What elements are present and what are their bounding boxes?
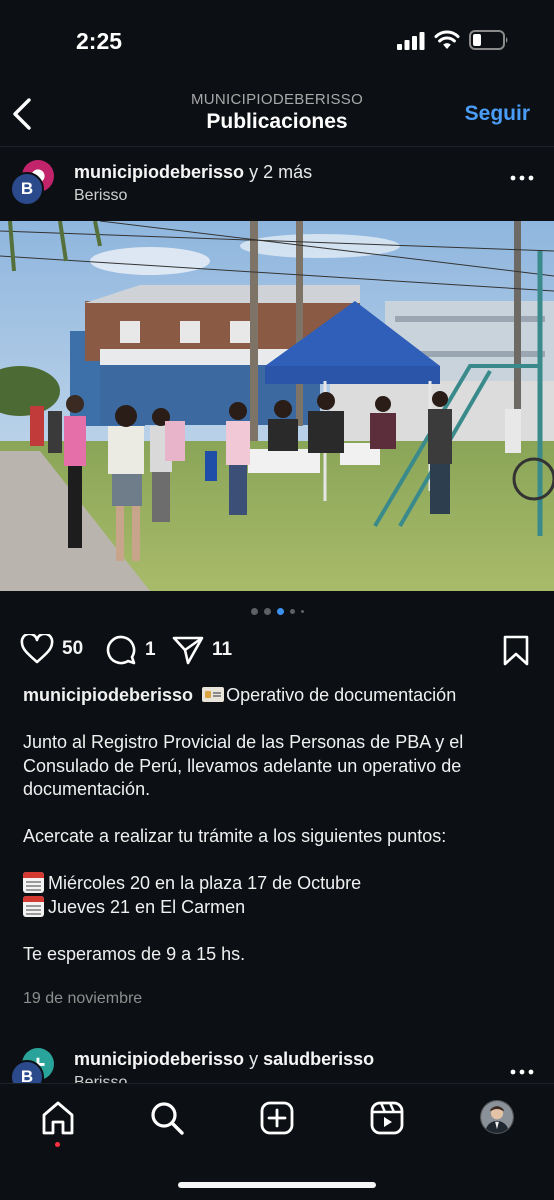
caption-headline: Operativo de documentación bbox=[226, 685, 457, 705]
like-button[interactable]: 50 bbox=[20, 634, 83, 664]
header-divider bbox=[0, 146, 554, 147]
calendar-icon bbox=[23, 872, 44, 893]
caption-list-item: Miércoles 20 en la plaza 17 de Octubre bbox=[23, 872, 538, 896]
post-username[interactable]: municipiodeberisso bbox=[74, 162, 244, 182]
signal-icon bbox=[397, 32, 425, 50]
id-card-icon bbox=[202, 687, 225, 702]
avatar[interactable]: B bbox=[10, 172, 44, 206]
comment-button[interactable]: 1 bbox=[105, 634, 156, 666]
caption-username[interactable]: municipiodeberisso bbox=[23, 685, 193, 705]
carousel-dot bbox=[250, 607, 258, 615]
more-options-icon[interactable] bbox=[510, 1068, 534, 1076]
share-count: 11 bbox=[212, 639, 233, 660]
caption-paragraph: Junto al Registro Provicial de las Perso… bbox=[23, 732, 464, 799]
caption-list-item: Jueves 21 en El Carmen bbox=[23, 895, 538, 920]
post-collaborators[interactable]: y 2 más bbox=[249, 162, 312, 182]
send-icon[interactable] bbox=[172, 634, 204, 666]
like-count: 50 bbox=[62, 638, 84, 659]
caption-headline-line: municipiodeberisso Operativo de document… bbox=[23, 684, 538, 708]
post-date: 19 de noviembre bbox=[23, 990, 143, 1007]
calendar-icon bbox=[23, 895, 44, 917]
post-author-line[interactable]: municipiodeberisso y 2 más bbox=[74, 162, 312, 183]
wifi-icon bbox=[434, 30, 460, 49]
reels-icon[interactable] bbox=[369, 1100, 405, 1136]
status-time: 2:25 bbox=[76, 28, 123, 54]
comment-icon[interactable] bbox=[105, 634, 137, 666]
collab-avatars[interactable]: B bbox=[10, 160, 58, 208]
share-button[interactable]: 11 bbox=[172, 634, 232, 666]
bookmark-icon[interactable] bbox=[502, 635, 530, 667]
carousel-indicator bbox=[0, 606, 554, 616]
caption-paragraph: Acercate a realizar tu trámite a los sig… bbox=[23, 826, 447, 846]
search-icon[interactable] bbox=[149, 1100, 185, 1136]
follow-button[interactable]: Seguir bbox=[465, 102, 530, 126]
post-photo[interactable] bbox=[0, 221, 554, 591]
carousel-dot bbox=[263, 607, 271, 615]
post-header: B municipiodeberisso y 2 más Berisso bbox=[0, 152, 554, 216]
carousel-dot bbox=[289, 608, 295, 614]
post-actions: 50 1 11 bbox=[0, 630, 554, 670]
create-icon[interactable] bbox=[259, 1100, 295, 1136]
caption-item-text: Miércoles 20 en la plaza 17 de Octubre bbox=[48, 873, 362, 893]
notification-dot bbox=[55, 1142, 60, 1147]
home-indicator bbox=[178, 1182, 376, 1188]
more-options-icon[interactable] bbox=[510, 174, 534, 182]
next-post-author-line[interactable]: municipiodeberisso y saludberisso bbox=[74, 1049, 374, 1070]
carousel-dot-active bbox=[276, 607, 284, 615]
caption-item-text: Jueves 21 en El Carmen bbox=[48, 896, 246, 917]
comment-count: 1 bbox=[145, 639, 156, 660]
home-icon[interactable] bbox=[40, 1100, 76, 1136]
post-location[interactable]: Berisso bbox=[74, 187, 127, 205]
profile-avatar[interactable] bbox=[480, 1100, 514, 1134]
next-post-connector: y bbox=[249, 1049, 259, 1069]
next-post-collaborator[interactable]: saludberisso bbox=[263, 1049, 374, 1069]
next-post-header: B municipiodeberisso y saludberisso Beri… bbox=[0, 1042, 554, 1086]
post-caption: municipiodeberisso Operativo de document… bbox=[23, 684, 538, 966]
next-post-username[interactable]: municipiodeberisso bbox=[74, 1049, 244, 1069]
heart-icon[interactable] bbox=[20, 634, 54, 664]
status-bar: 2:25 bbox=[0, 0, 554, 80]
carousel-dot bbox=[300, 609, 304, 613]
battery-icon bbox=[469, 30, 508, 50]
caption-paragraph: Te esperamos de 9 a 15 hs. bbox=[23, 943, 246, 964]
top-nav: MUNICIPIODEBERISSO Publicaciones Seguir bbox=[0, 84, 554, 144]
